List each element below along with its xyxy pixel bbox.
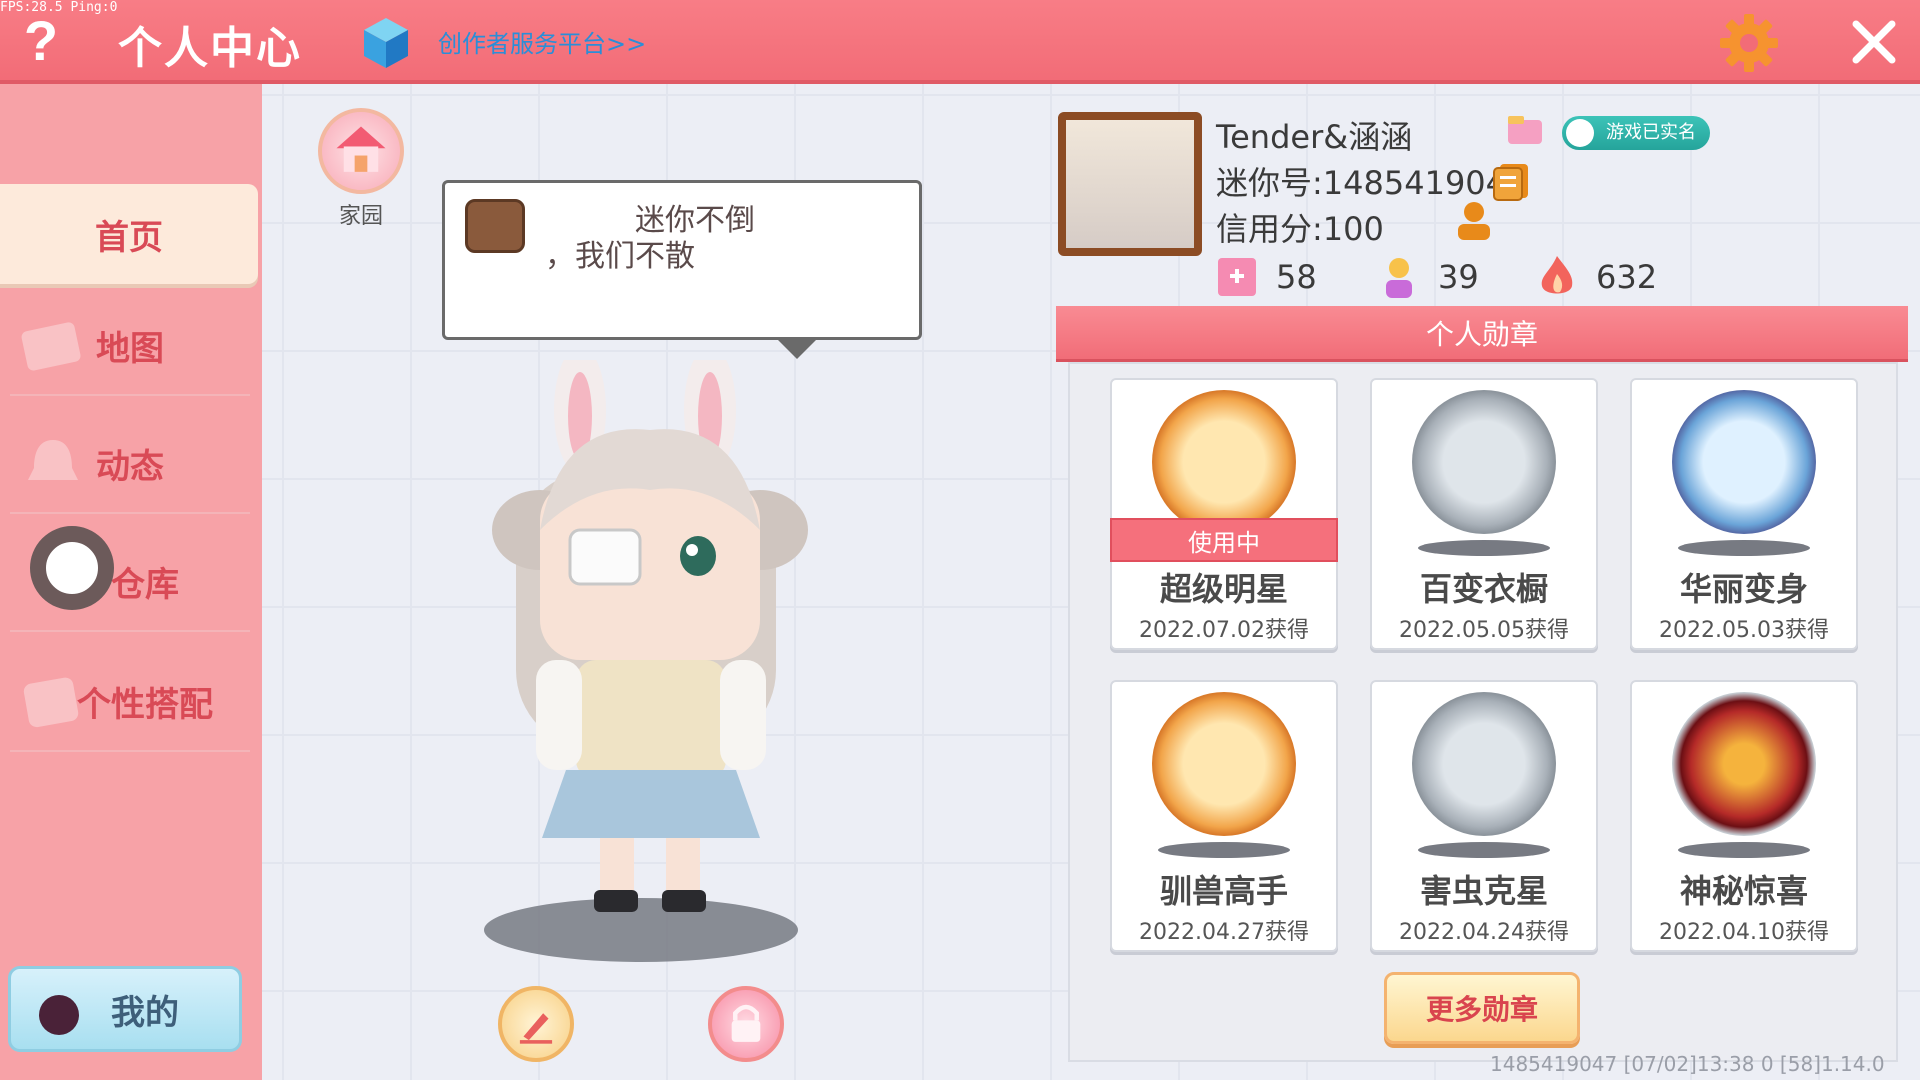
mine-button[interactable]: 我的 (8, 966, 242, 1052)
medal-date: 2022.05.03获得 (1659, 618, 1829, 643)
footer-info: 1485419047 [07/02]13:38 0 [58]1.14.0 (1490, 1052, 1885, 1076)
username: Tender&涵涵 (1216, 118, 1413, 156)
home-label: 家园 (338, 204, 383, 229)
medal-date: 2022.04.27获得 (1139, 920, 1309, 945)
sidebar-item-label: 地图 (96, 328, 164, 369)
outfit-icon (23, 677, 79, 728)
sidebar-item-map[interactable]: 地图 (10, 296, 250, 396)
likes-stat: 58 (1216, 252, 1317, 302)
medal-plinth (1418, 842, 1550, 858)
verified-label: 游戏已实名 (1606, 122, 1696, 143)
medal-icon (1412, 692, 1556, 836)
medal-icon (1672, 390, 1816, 534)
gear-icon[interactable] (1718, 12, 1780, 74)
medal-plinth (1678, 842, 1810, 858)
in-use-badge: 使用中 (1110, 518, 1338, 562)
medal-card[interactable]: 华丽变身 2022.05.03获得 (1630, 378, 1858, 650)
medal-card[interactable]: 害虫克星 2022.04.24获得 (1370, 680, 1598, 952)
popularity-value: 39 (1438, 258, 1479, 296)
medal-name: 害虫克星 (1419, 872, 1548, 910)
popularity-stat: 39 (1378, 252, 1479, 302)
medal-plinth (1418, 540, 1550, 556)
medal-card[interactable]: 神秘惊喜 2022.04.10获得 (1630, 680, 1858, 952)
medal-icon (1672, 692, 1816, 836)
top-bar: FPS:28.5 Ping:0 ? 个人中心 创作者服务平台>> (0, 0, 1920, 84)
medal-icon (1152, 692, 1296, 836)
medal-card[interactable]: 百变衣橱 2022.05.05获得 (1370, 378, 1598, 650)
lock-icon[interactable] (708, 986, 784, 1062)
help-button[interactable]: ? (18, 10, 64, 72)
profile-avatar[interactable] (1058, 112, 1202, 256)
medal-name: 华丽变身 (1679, 570, 1808, 608)
hot-value: 632 (1596, 258, 1658, 296)
medal-icon (1152, 390, 1296, 534)
page-title: 个人中心 (118, 23, 302, 74)
cube-icon[interactable] (362, 16, 410, 70)
medal-plinth (1158, 842, 1290, 858)
sidebar-item-outfit[interactable]: 个性搭配 (10, 652, 250, 752)
sidebar-item-label: 动态 (96, 446, 164, 487)
user-check-icon (1566, 119, 1594, 147)
medal-date: 2022.07.02获得 (1139, 618, 1309, 643)
speech-avatar-icon (465, 199, 525, 253)
sidebar-item-label: 首页 (95, 217, 163, 258)
map-icon (21, 322, 81, 371)
medal-plinth (1678, 540, 1810, 556)
sidebar-item-home[interactable]: 首页 (0, 184, 258, 284)
hot-stat: 632 (1536, 252, 1657, 302)
speech-bubble[interactable]: 迷你不倒 ，我们不散 (442, 180, 922, 359)
heart-book-icon (1218, 258, 1256, 296)
flame-icon (1541, 256, 1573, 294)
record-toggle[interactable] (30, 526, 114, 610)
medal-date: 2022.04.10获得 (1659, 920, 1829, 945)
copy-icon[interactable] (1492, 162, 1530, 202)
edit-icon[interactable] (498, 986, 574, 1062)
medal-name: 神秘惊喜 (1679, 872, 1808, 910)
medal-icon (1412, 390, 1556, 534)
creator-platform-link[interactable]: 创作者服务平台>> (438, 24, 646, 59)
mine-label: 我的 (111, 992, 179, 1033)
medal-card[interactable]: 使用中 超级明星 2022.07.02获得 (1110, 378, 1338, 650)
likes-value: 58 (1276, 258, 1317, 296)
medal-date: 2022.05.05获得 (1399, 618, 1569, 643)
player-avatar[interactable] (470, 360, 830, 960)
medal-header: 个人勋章 (1056, 306, 1908, 362)
mine-avatar-dot (39, 995, 79, 1035)
medal-date: 2022.04.24获得 (1399, 920, 1569, 945)
speech-line-2: ，我们不散 (545, 239, 695, 274)
folder-icon[interactable] (1506, 114, 1544, 146)
verified-badge: 游戏已实名 (1562, 116, 1710, 150)
home-icon[interactable] (318, 108, 404, 194)
medal-name: 驯兽高手 (1159, 872, 1288, 910)
cheer-icon (1386, 258, 1412, 298)
medal-name: 超级明星 (1159, 570, 1288, 608)
credit-score: 信用分:100 (1216, 210, 1384, 248)
person-icon[interactable] (1452, 198, 1496, 242)
close-icon[interactable] (1848, 16, 1900, 68)
medal-card[interactable]: 驯兽高手 2022.04.27获得 (1110, 680, 1338, 952)
more-medals-button[interactable]: 更多勋章 (1384, 972, 1580, 1044)
bell-icon (28, 440, 78, 480)
medal-name: 百变衣橱 (1419, 570, 1548, 608)
sidebar-item-feed[interactable]: 动态 (10, 414, 250, 514)
